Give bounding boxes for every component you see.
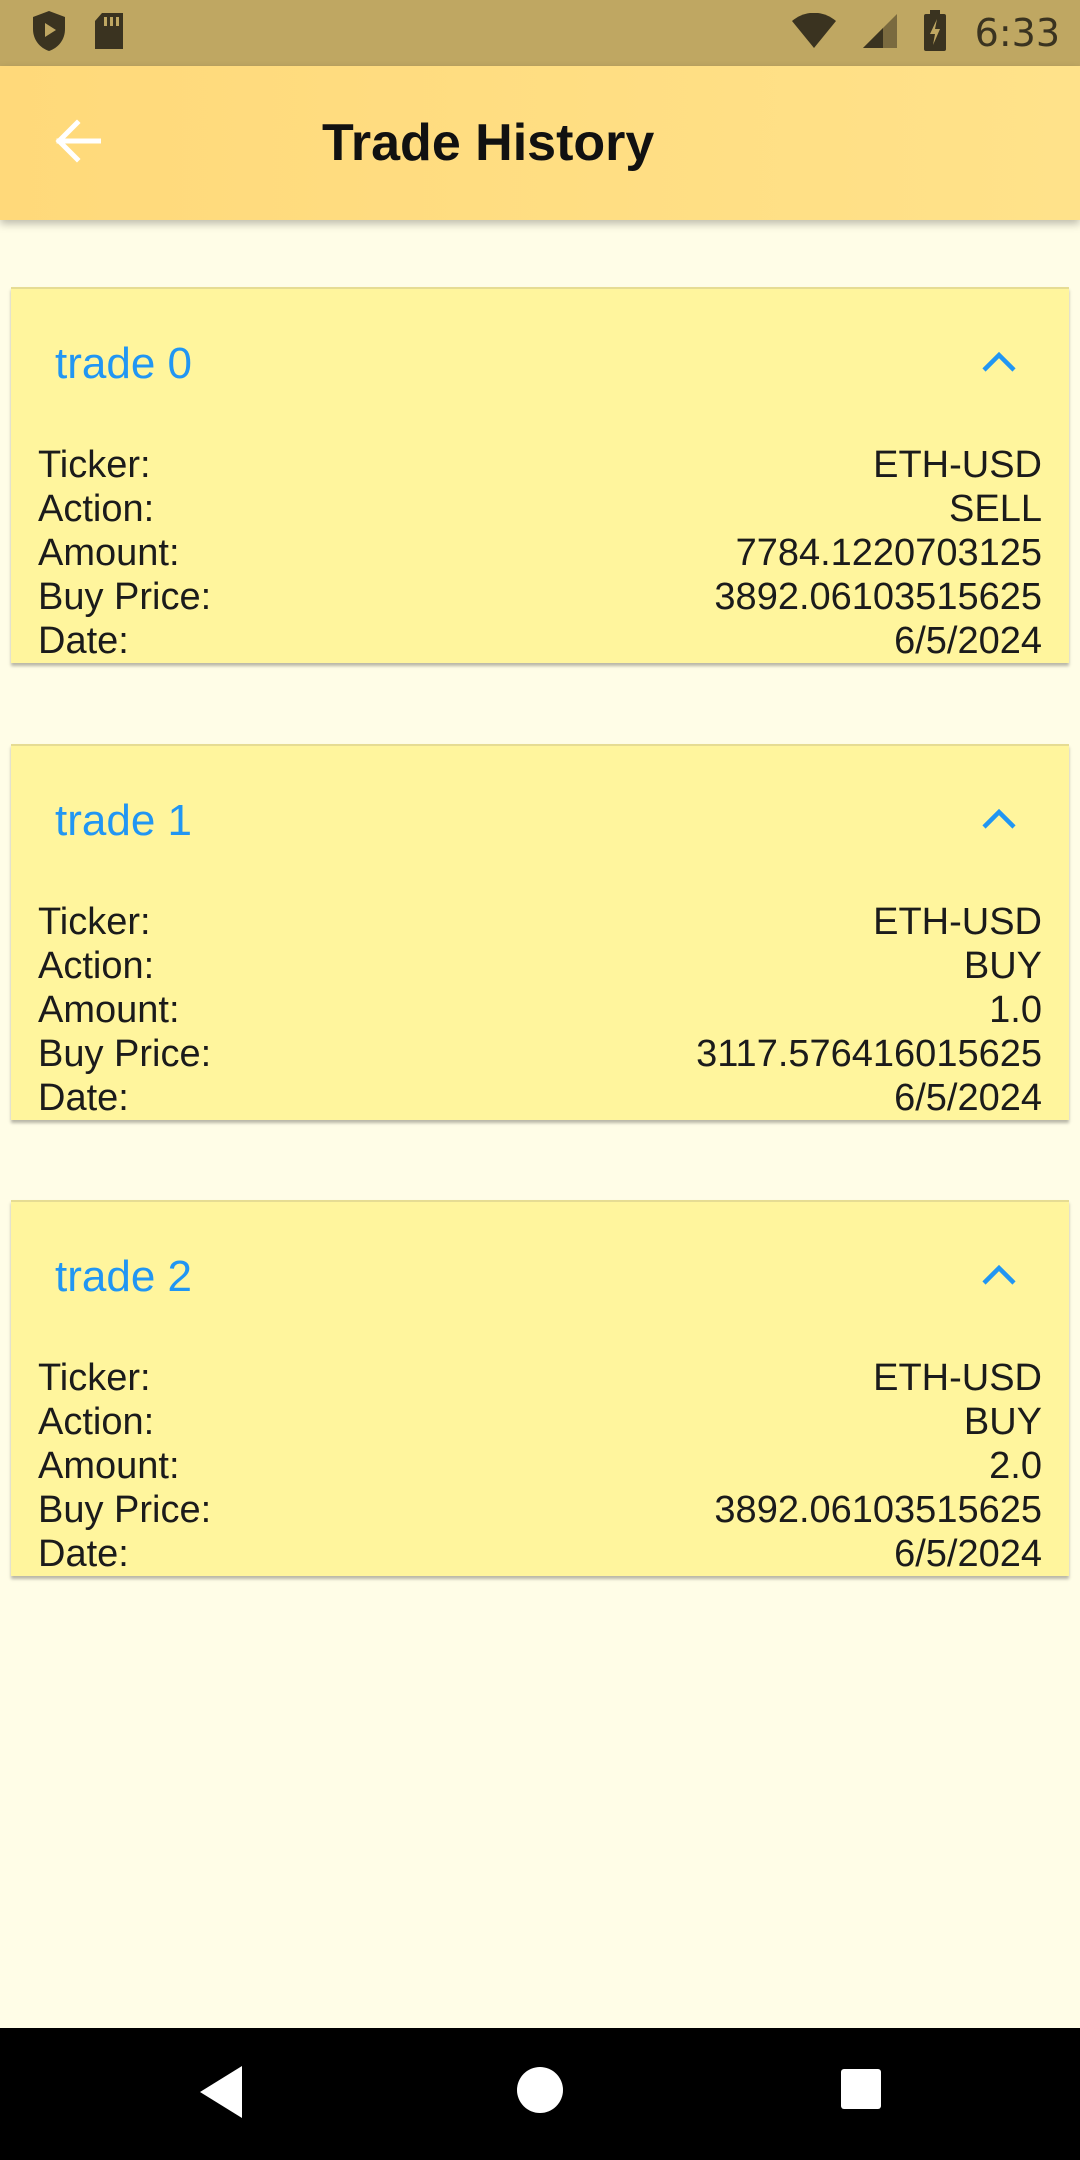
action-value: BUY <box>963 1401 1042 1443</box>
amount-row: Amount: 1.0 <box>38 988 1042 1032</box>
back-triangle-icon[interactable] <box>198 2064 244 2125</box>
arrow-left-icon <box>53 118 102 168</box>
action-value: BUY <box>963 945 1042 987</box>
page-title: Trade History <box>322 114 655 172</box>
amount-value: 2.0 <box>989 1445 1042 1487</box>
amount-row: Amount: 2.0 <box>38 1444 1042 1488</box>
ticker-row: Ticker: ETH-USD <box>38 900 1042 944</box>
trade-title: trade 1 <box>55 796 192 845</box>
status-right-icons: 6:33 <box>791 9 1060 57</box>
ticker-label: Ticker: <box>38 1357 151 1399</box>
ticker-row: Ticker: ETH-USD <box>38 443 1042 487</box>
amount-label: Amount: <box>38 532 180 574</box>
cell-signal-icon <box>861 12 899 55</box>
action-row: Action: BUY <box>38 1400 1042 1444</box>
date-value: 6/5/2024 <box>894 620 1042 662</box>
trade-card: trade 2 Ticker: ETH-USD Action: BUY Amou… <box>11 1200 1069 1576</box>
date-value: 6/5/2024 <box>894 1077 1042 1119</box>
trade-details: Ticker: ETH-USD Action: SELL Amount: 778… <box>38 443 1042 663</box>
action-value: SELL <box>949 488 1042 530</box>
trade-details: Ticker: ETH-USD Action: BUY Amount: 1.0 … <box>38 900 1042 1120</box>
buy-price-row: Buy Price: 3892.06103515625 <box>38 575 1042 619</box>
action-label: Action: <box>38 488 155 530</box>
status-time: 6:33 <box>974 11 1060 55</box>
action-row: Action: BUY <box>38 944 1042 988</box>
ticker-value: ETH-USD <box>873 444 1042 486</box>
action-label: Action: <box>38 1401 155 1443</box>
buy-price-value: 3892.06103515625 <box>714 1489 1042 1531</box>
buy-price-label: Buy Price: <box>38 576 212 618</box>
back-button[interactable] <box>36 109 118 177</box>
date-label: Date: <box>38 1533 129 1575</box>
date-label: Date: <box>38 620 129 662</box>
action-label: Action: <box>38 945 155 987</box>
trade-card-header[interactable]: trade 2 <box>11 1202 1069 1356</box>
buy-price-value: 3117.576416015625 <box>696 1033 1042 1075</box>
ticker-value: ETH-USD <box>873 1357 1042 1399</box>
date-row: Date: 6/5/2024 <box>38 1076 1042 1120</box>
home-circle-icon[interactable] <box>516 2066 564 2119</box>
buy-price-label: Buy Price: <box>38 1033 212 1075</box>
ticker-label: Ticker: <box>38 444 151 486</box>
battery-icon <box>923 9 947 57</box>
chevron-up-icon[interactable] <box>981 806 1017 835</box>
trade-card: trade 1 Ticker: ETH-USD Action: BUY Amou… <box>11 744 1069 1120</box>
status-bar: 6:33 <box>0 0 1080 66</box>
chevron-up-icon[interactable] <box>981 349 1017 378</box>
chevron-up-icon[interactable] <box>981 1262 1017 1291</box>
ticker-row: Ticker: ETH-USD <box>38 1356 1042 1400</box>
amount-value: 1.0 <box>989 989 1042 1031</box>
status-left-icons <box>30 9 126 58</box>
amount-label: Amount: <box>38 989 180 1031</box>
shield-play-icon <box>30 9 68 58</box>
action-row: Action: SELL <box>38 487 1042 531</box>
buy-price-row: Buy Price: 3892.06103515625 <box>38 1488 1042 1532</box>
trade-list[interactable]: trade 0 Ticker: ETH-USD Action: SELL Amo… <box>0 220 1080 2028</box>
trade-card: trade 0 Ticker: ETH-USD Action: SELL Amo… <box>11 287 1069 663</box>
buy-price-row: Buy Price: 3117.576416015625 <box>38 1032 1042 1076</box>
amount-label: Amount: <box>38 1445 180 1487</box>
ticker-value: ETH-USD <box>873 901 1042 943</box>
amount-value: 7784.1220703125 <box>735 532 1042 574</box>
trade-card-header[interactable]: trade 0 <box>11 289 1069 443</box>
date-row: Date: 6/5/2024 <box>38 1532 1042 1576</box>
trade-details: Ticker: ETH-USD Action: BUY Amount: 2.0 … <box>38 1356 1042 1576</box>
navigation-bar <box>0 2028 1080 2160</box>
wifi-icon <box>791 12 837 54</box>
date-value: 6/5/2024 <box>894 1533 1042 1575</box>
app-bar: Trade History <box>0 66 1080 220</box>
trade-title: trade 2 <box>55 1252 192 1301</box>
date-label: Date: <box>38 1077 129 1119</box>
amount-row: Amount: 7784.1220703125 <box>38 531 1042 575</box>
sd-card-icon <box>92 11 126 56</box>
recents-square-icon[interactable] <box>840 2068 882 2115</box>
trade-card-header[interactable]: trade 1 <box>11 746 1069 900</box>
date-row: Date: 6/5/2024 <box>38 619 1042 663</box>
ticker-label: Ticker: <box>38 901 151 943</box>
buy-price-value: 3892.06103515625 <box>714 576 1042 618</box>
buy-price-label: Buy Price: <box>38 1489 212 1531</box>
trade-title: trade 0 <box>55 339 192 388</box>
